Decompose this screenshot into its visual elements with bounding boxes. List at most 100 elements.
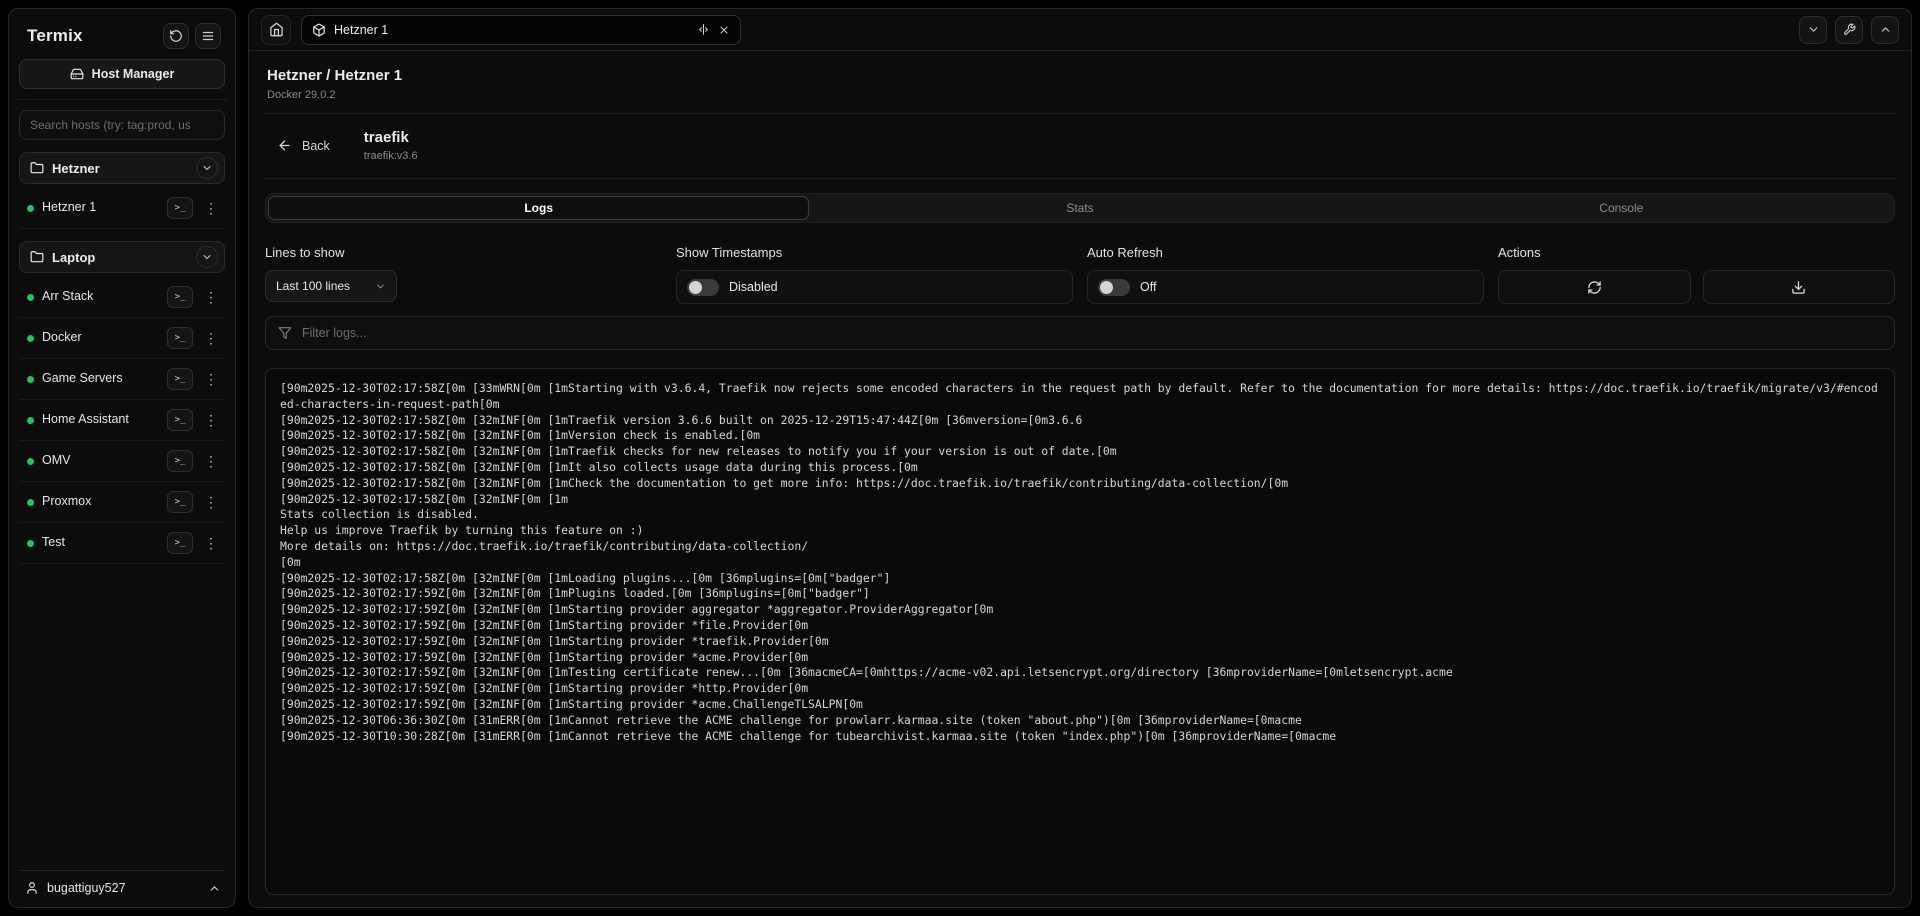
collapse-group-button[interactable] (196, 246, 218, 268)
hamburger-menu-icon (201, 29, 215, 43)
breadcrumb-title: Hetzner / Hetzner 1 (267, 67, 1893, 84)
host-name: Hetzner 1 (42, 200, 159, 216)
actions-control: Actions (1498, 245, 1895, 304)
chevron-down-icon (201, 251, 213, 263)
host-menu-button[interactable]: ⋮ (201, 197, 221, 219)
actions-label: Actions (1498, 245, 1895, 260)
log-panel[interactable]: [90m2025-12-30T02:17:58Z[0m [33mWRN[0m [… (265, 368, 1895, 895)
host-name: Test (42, 535, 159, 551)
autorefresh-switch[interactable] (1098, 279, 1130, 296)
close-icon (718, 24, 730, 36)
open-terminal-button[interactable]: >_ (167, 197, 193, 219)
group-header-hetzner[interactable]: Hetzner (19, 152, 225, 184)
open-terminal-button[interactable]: >_ (167, 368, 193, 390)
host-menu-button[interactable]: ⋮ (201, 368, 221, 390)
back-button[interactable]: Back (277, 138, 330, 153)
host-row[interactable]: Arr Stack >_ ⋮ (19, 277, 225, 318)
page-header: Hetzner / Hetzner 1 Docker 29.0.2 (265, 67, 1895, 114)
host-row[interactable]: Hetzner 1 >_ ⋮ (19, 188, 225, 229)
container-identity: traefik traefik:v3.6 (364, 129, 418, 162)
host-row[interactable]: Test >_ ⋮ (19, 523, 225, 564)
chevron-up-icon (1879, 23, 1892, 36)
group-header-laptop[interactable]: Laptop (19, 241, 225, 273)
tabstrip-actions (1799, 16, 1899, 44)
autorefresh-value: Off (1140, 280, 1156, 294)
sidebar-menu-button[interactable] (195, 23, 221, 49)
timestamps-toggle-box[interactable]: Disabled (676, 270, 1073, 304)
host-menu-button[interactable]: ⋮ (201, 409, 221, 431)
host-row[interactable]: Home Assistant >_ ⋮ (19, 400, 225, 441)
folder-icon (30, 250, 44, 264)
group-name: Hetzner (52, 161, 188, 176)
refresh-hosts-button[interactable] (163, 23, 189, 49)
timestamps-value: Disabled (729, 280, 778, 294)
tab-logs[interactable]: Logs (268, 196, 809, 220)
autorefresh-control: Auto Refresh Off (1087, 245, 1484, 304)
server-icon (70, 67, 84, 81)
tools-button[interactable] (1835, 16, 1863, 44)
rotate-ccw-icon (169, 29, 183, 43)
status-online-dot (27, 499, 34, 506)
tab-console[interactable]: Console (1351, 196, 1892, 220)
content-area: Hetzner / Hetzner 1 Docker 29.0.2 Back t… (249, 51, 1911, 907)
user-footer[interactable]: bugattiguy527 (19, 870, 225, 897)
host-row[interactable]: OMV >_ ⋮ (19, 441, 225, 482)
status-online-dot (27, 294, 34, 301)
search-input[interactable] (19, 110, 225, 140)
user-menu-toggle-button[interactable] (208, 882, 221, 895)
view-tabs: Logs Stats Console (265, 193, 1895, 223)
tab-hetzner-1[interactable]: Hetzner 1 (301, 15, 741, 45)
host-menu-button[interactable]: ⋮ (201, 532, 221, 554)
tab-stats[interactable]: Stats (809, 196, 1350, 220)
filter-logs-input[interactable] (302, 326, 1882, 340)
open-terminal-button[interactable]: >_ (167, 286, 193, 308)
home-icon (269, 22, 284, 37)
kebab-icon: ⋮ (204, 330, 218, 346)
sidebar-header: Termix (19, 19, 225, 59)
kebab-icon: ⋮ (204, 494, 218, 510)
refresh-logs-button[interactable] (1498, 270, 1691, 304)
wrench-icon (1843, 23, 1856, 36)
lines-control: Lines to show Last 100 lines (265, 245, 662, 304)
timestamps-control: Show Timestamps Disabled (676, 245, 1073, 304)
host-row[interactable]: Game Servers >_ ⋮ (19, 359, 225, 400)
host-name: Home Assistant (42, 412, 159, 428)
lines-select[interactable]: Last 100 lines (265, 270, 397, 302)
host-manager-label: Host Manager (92, 67, 175, 81)
collapse-panel-button[interactable] (1799, 16, 1827, 44)
open-terminal-button[interactable]: >_ (167, 491, 193, 513)
chevron-down-icon (1807, 23, 1820, 36)
chevron-down-icon (375, 281, 386, 292)
lines-label: Lines to show (265, 245, 662, 260)
open-terminal-button[interactable]: >_ (167, 409, 193, 431)
close-tab-button[interactable] (718, 24, 730, 36)
open-terminal-button[interactable]: >_ (167, 450, 193, 472)
container-header: Back traefik traefik:v3.6 (265, 114, 1895, 179)
host-menu-button[interactable]: ⋮ (201, 450, 221, 472)
sidebar: Termix Host Manager Hetzner (8, 8, 236, 908)
kebab-icon: ⋮ (204, 371, 218, 387)
timestamps-switch[interactable] (687, 279, 719, 296)
lines-value: Last 100 lines (276, 279, 367, 293)
host-row[interactable]: Proxmox >_ ⋮ (19, 482, 225, 523)
autorefresh-toggle-box[interactable]: Off (1087, 270, 1484, 304)
download-logs-button[interactable] (1703, 270, 1896, 304)
host-menu-button[interactable]: ⋮ (201, 491, 221, 513)
back-label: Back (302, 139, 330, 153)
tab-strip: Hetzner 1 (249, 9, 1911, 51)
open-terminal-button[interactable]: >_ (167, 532, 193, 554)
container-icon (312, 23, 326, 37)
open-terminal-button[interactable]: >_ (167, 327, 193, 349)
host-manager-button[interactable]: Host Manager (19, 59, 225, 89)
autorefresh-label: Auto Refresh (1087, 245, 1484, 260)
host-row[interactable]: Docker >_ ⋮ (19, 318, 225, 359)
expand-panel-button[interactable] (1871, 16, 1899, 44)
kebab-icon: ⋮ (204, 289, 218, 305)
host-menu-button[interactable]: ⋮ (201, 327, 221, 349)
host-menu-button[interactable]: ⋮ (201, 286, 221, 308)
collapse-group-button[interactable] (196, 157, 218, 179)
kebab-icon: ⋮ (204, 200, 218, 216)
kebab-icon: ⋮ (204, 535, 218, 551)
split-view-button[interactable] (697, 23, 710, 36)
home-button[interactable] (261, 15, 291, 45)
